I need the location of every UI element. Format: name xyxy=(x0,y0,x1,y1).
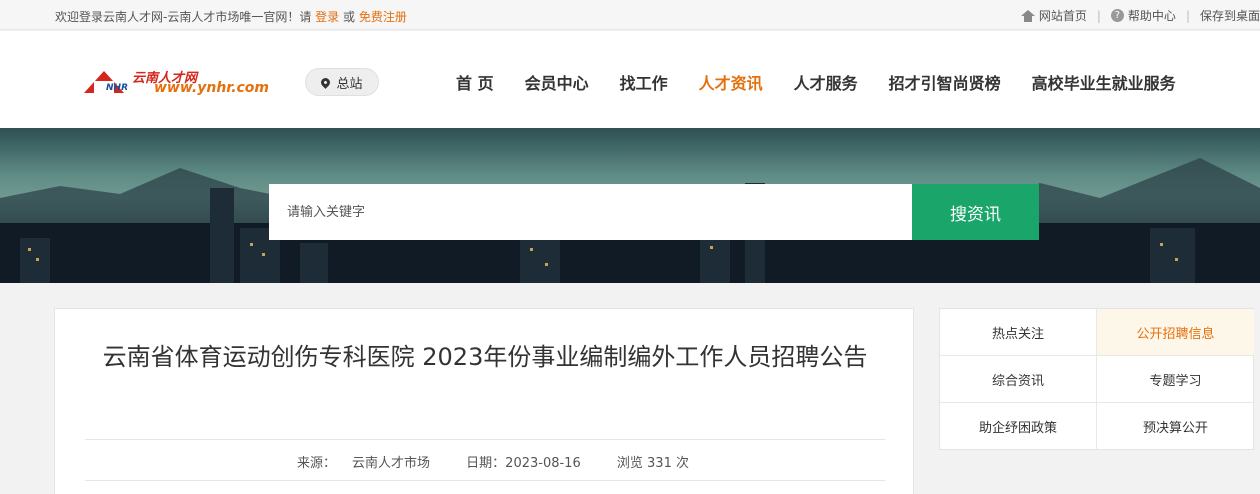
article-date: 日期：2023-08-16 xyxy=(466,456,581,471)
category-menu-item[interactable]: 助企纾困政策 xyxy=(940,403,1097,450)
login-link[interactable]: 登录 xyxy=(315,10,339,24)
category-menu: 热点关注 公开招聘信息 综合资讯 专题学习 助企纾困政策 预决算公开 xyxy=(939,308,1254,450)
site-selector-label: 总站 xyxy=(336,76,363,92)
divider: | xyxy=(1185,8,1190,23)
article-views: 浏览 331 次 xyxy=(616,456,690,471)
divider xyxy=(85,480,885,481)
home-icon xyxy=(1020,9,1035,22)
category-menu-item[interactable]: 预决算公开 xyxy=(1097,403,1254,450)
save-desktop-label: 保存到桌面 xyxy=(1199,9,1260,23)
divider: | xyxy=(1096,8,1101,23)
nav-item[interactable]: 找工作 xyxy=(620,70,668,94)
help-icon: ? xyxy=(1110,9,1124,22)
category-menu-item[interactable]: 专题学习 xyxy=(1097,356,1254,403)
home-link[interactable]: 网站首页 xyxy=(1020,7,1087,24)
nav-item[interactable]: 高校毕业生就业服务 xyxy=(1032,70,1176,94)
article-title: 云南省体育运动创伤专科医院 2023年份事业编制编外工作人员招聘公告 xyxy=(102,343,868,371)
search-button[interactable]: 搜资讯 xyxy=(912,184,1039,240)
logo-nhr: NHR xyxy=(106,83,128,93)
nav-item[interactable]: 招才引智尚贤榜 xyxy=(889,70,1001,94)
nav-item[interactable]: 人才服务 xyxy=(794,70,858,94)
nav-item[interactable]: 首 页 xyxy=(456,70,494,94)
welcome-text: 欢迎登录云南人才网-云南人才市场唯一官网！请 xyxy=(55,10,312,24)
nav-item[interactable]: 会员中心 xyxy=(525,70,589,94)
location-pin-icon xyxy=(319,75,333,89)
nav-item[interactable]: 人才资讯 xyxy=(699,70,763,94)
site-logo[interactable]: NHR 云南人才网 www.ynhr.com xyxy=(84,67,269,101)
category-menu-item[interactable]: 热点关注 xyxy=(940,309,1097,356)
site-selector[interactable]: 总站 xyxy=(305,68,379,96)
article-card: 云南省体育运动创伤专科医院 2023年份事业编制编外工作人员招聘公告 来源： 云南… xyxy=(54,308,914,494)
top-links: 网站首页 | ? 帮助中心 | 保存到桌面 xyxy=(1020,7,1260,24)
top-bar: 欢迎登录云南人才网-云南人才市场唯一官网！请 登录 或 免费注册 网站首页 | … xyxy=(0,0,1260,30)
logo-url: www.ynhr.com xyxy=(154,80,270,96)
register-link[interactable]: 免费注册 xyxy=(359,10,407,24)
article-meta: 来源： 云南人才市场 日期：2023-08-16 浏览 331 次 xyxy=(55,452,915,471)
category-menu-item[interactable]: 综合资讯 xyxy=(940,356,1097,403)
help-link-label: 帮助中心 xyxy=(1127,9,1176,23)
main-nav: 首 页 会员中心 找工作 人才资讯 人才服务 招才引智尚贤榜 高校毕业生就业服务 xyxy=(440,70,1176,94)
divider xyxy=(85,439,885,440)
category-menu-item[interactable]: 公开招聘信息 xyxy=(1097,309,1254,356)
search-input[interactable] xyxy=(269,184,912,240)
help-link[interactable]: ? 帮助中心 xyxy=(1110,7,1176,24)
or-text: 或 xyxy=(343,10,356,24)
article-source: 来源： 云南人才市场 xyxy=(296,456,431,471)
welcome-message: 欢迎登录云南人才网-云南人才市场唯一官网！请 登录 或 免费注册 xyxy=(55,8,407,25)
save-desktop-link[interactable]: 保存到桌面 xyxy=(1200,7,1260,24)
site-header: NHR 云南人才网 www.ynhr.com 总站 首 页 会员中心 找工作 人才资讯… xyxy=(0,31,1260,128)
home-link-label: 网站首页 xyxy=(1038,9,1087,23)
